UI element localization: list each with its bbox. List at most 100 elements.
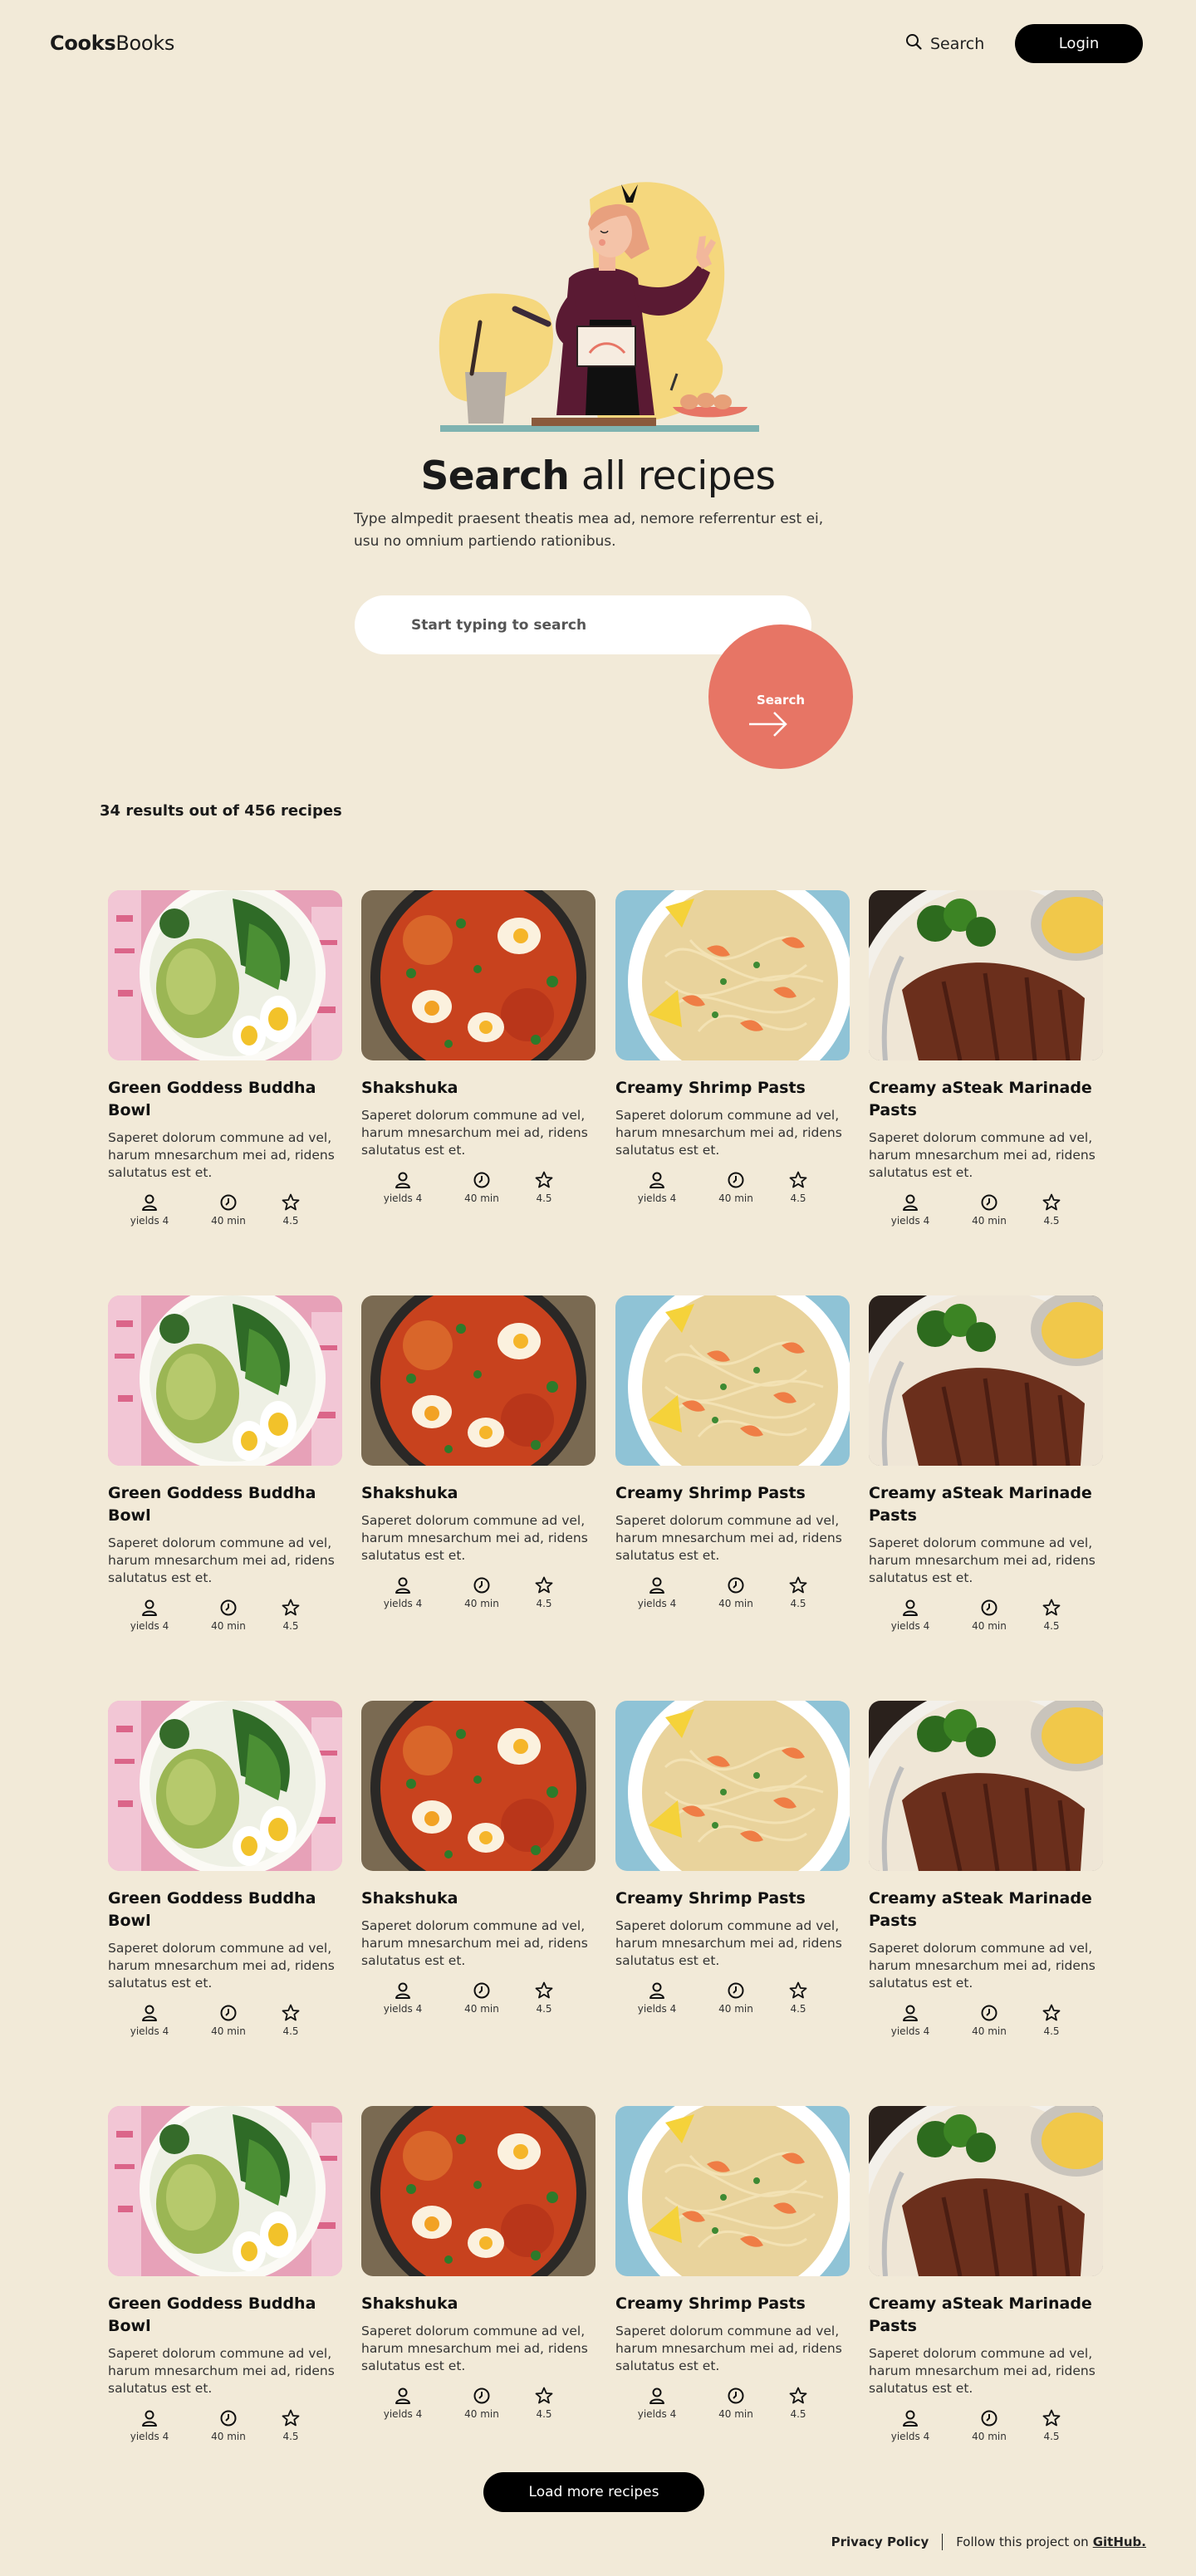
recipe-yields: yields 4 [869,2002,952,2037]
site-logo[interactable]: CooksBooks [50,32,174,55]
yields-value: yields 4 [637,1598,677,1609]
recipe-card[interactable]: Green Goddess Buddha Bowl Saperet doloru… [108,890,342,1227]
recipe-meta: yields 4 40 min 4.5 [615,1980,850,2015]
recipe-description: Saperet dolorum commune ad vel, harum mn… [869,1941,1096,1991]
user-icon [140,1597,159,1619]
recipe-title[interactable]: Creamy aSteak Marinade Pasts [869,1482,1103,1527]
recipe-card[interactable]: Green Goddess Buddha Bowl Saperet doloru… [108,2106,342,2442]
recipe-time: 40 min [698,2385,773,2420]
recipe-card[interactable]: Creamy Shrimp Pasts Saperet dolorum comm… [615,1295,850,1609]
recipe-yields: yields 4 [615,2385,698,2420]
recipe-image[interactable] [108,1701,342,1871]
recipe-card[interactable]: Shakshuka Saperet dolorum commune ad vel… [361,1701,596,2015]
time-value: 40 min [718,1193,753,1204]
recipe-card[interactable]: Creamy aSteak Marinade Pasts Saperet dol… [869,890,1103,1227]
login-button[interactable]: Login [1015,24,1143,63]
recipe-card[interactable]: Creamy aSteak Marinade Pasts Saperet dol… [869,2106,1103,2442]
recipe-image[interactable] [869,1701,1103,1871]
recipe-yields: yields 4 [361,2385,444,2420]
recipe-image[interactable] [869,1295,1103,1466]
rating-value: 4.5 [536,2003,552,2015]
recipe-image[interactable] [361,2106,596,2276]
yields-value: yields 4 [890,1215,930,1227]
recipe-yields: yields 4 [361,1574,444,1609]
recipe-card[interactable]: Green Goddess Buddha Bowl Saperet doloru… [108,1701,342,2037]
time-value: 40 min [972,2025,1007,2037]
recipe-rating: 4.5 [1027,2407,1076,2442]
star-icon [788,2385,808,2407]
recipe-meta: yields 4 40 min 4.5 [869,1597,1103,1632]
recipe-card[interactable]: Shakshuka Saperet dolorum commune ad vel… [361,2106,596,2420]
star-icon [1042,1192,1061,1213]
recipe-meta: yields 4 40 min 4.5 [869,2002,1103,2037]
recipe-card[interactable]: Creamy Shrimp Pasts Saperet dolorum comm… [615,2106,850,2420]
time-value: 40 min [972,1215,1007,1227]
github-link[interactable]: GitHub. [1093,2534,1146,2549]
recipe-card[interactable]: Creamy Shrimp Pasts Saperet dolorum comm… [615,890,850,1204]
recipe-card[interactable]: Green Goddess Buddha Bowl Saperet doloru… [108,1295,342,1632]
yields-value: yields 4 [130,2025,169,2037]
load-more-button[interactable]: Load more recipes [483,2472,704,2512]
recipe-image[interactable] [361,1295,596,1466]
recipe-meta: yields 4 40 min 4.5 [361,2385,596,2420]
recipe-title[interactable]: Creamy aSteak Marinade Pasts [869,2293,1103,2338]
recipe-title[interactable]: Creamy Shrimp Pasts [615,2293,850,2315]
recipe-title[interactable]: Creamy Shrimp Pasts [615,1888,850,1910]
recipe-title[interactable]: Green Goddess Buddha Bowl [108,1888,342,1932]
recipe-time: 40 min [191,2407,266,2442]
recipe-image[interactable] [361,1701,596,1871]
recipe-card[interactable]: Creamy aSteak Marinade Pasts Saperet dol… [869,1701,1103,2037]
search-submit-button[interactable]: Search [708,624,853,769]
recipe-card[interactable]: Creamy aSteak Marinade Pasts Saperet dol… [869,1295,1103,1632]
recipe-description: Saperet dolorum commune ad vel, harum mn… [869,1535,1096,1585]
recipe-title[interactable]: Creamy aSteak Marinade Pasts [869,1077,1103,1122]
recipe-image[interactable] [869,890,1103,1060]
logo-rest: Books [115,32,175,55]
yields-value: yields 4 [130,1215,169,1227]
recipe-image[interactable] [108,1295,342,1466]
yields-value: yields 4 [383,1193,423,1204]
recipe-card[interactable]: Shakshuka Saperet dolorum commune ad vel… [361,1295,596,1609]
recipe-image[interactable] [615,1295,850,1466]
recipe-image[interactable] [615,2106,850,2276]
recipe-title[interactable]: Creamy Shrimp Pasts [615,1482,850,1505]
recipe-image[interactable] [615,1701,850,1871]
recipe-title[interactable]: Green Goddess Buddha Bowl [108,2293,342,2338]
recipe-rating: 4.5 [773,1169,823,1204]
hero-description: Type almpedit praesent theatis mea ad, n… [354,511,824,550]
recipe-image[interactable] [108,890,342,1060]
time-value: 40 min [972,2431,1007,2442]
user-icon [648,1574,666,1596]
recipe-description: Saperet dolorum commune ad vel, harum mn… [361,1513,588,1563]
yields-value: yields 4 [890,2431,930,2442]
recipe-title[interactable]: Green Goddess Buddha Bowl [108,1077,342,1122]
recipe-title[interactable]: Creamy Shrimp Pasts [615,1077,850,1099]
recipe-title[interactable]: Shakshuka [361,1077,596,1099]
recipe-image[interactable] [108,2106,342,2276]
recipe-title[interactable]: Creamy aSteak Marinade Pasts [869,1888,1103,1932]
recipe-image[interactable] [615,890,850,1060]
user-icon [901,2002,919,2024]
recipe-time: 40 min [698,1980,773,2015]
header-search-link[interactable]: Search [905,33,984,54]
footer: Privacy Policy Follow this project on Gi… [831,2534,1146,2550]
rating-value: 4.5 [1043,2025,1060,2037]
recipe-title[interactable]: Green Goddess Buddha Bowl [108,1482,342,1527]
recipe-yields: yields 4 [108,2002,191,2037]
recipe-rating: 4.5 [773,1980,823,2015]
recipe-title[interactable]: Shakshuka [361,1888,596,1910]
footer-divider [942,2534,944,2550]
recipe-card[interactable]: Shakshuka Saperet dolorum commune ad vel… [361,890,596,1204]
user-icon [140,1192,159,1213]
clock-icon [473,1574,491,1596]
recipe-title[interactable]: Shakshuka [361,2293,596,2315]
recipe-card[interactable]: Creamy Shrimp Pasts Saperet dolorum comm… [615,1701,850,2015]
privacy-policy-link[interactable]: Privacy Policy [831,2534,929,2549]
recipe-image[interactable] [869,2106,1103,2276]
recipe-title[interactable]: Shakshuka [361,1482,596,1505]
rating-value: 4.5 [536,1193,552,1204]
clock-icon [473,2385,491,2407]
recipe-image[interactable] [361,890,596,1060]
star-icon [788,1980,808,2001]
recipe-meta: yields 4 40 min 4.5 [869,2407,1103,2442]
